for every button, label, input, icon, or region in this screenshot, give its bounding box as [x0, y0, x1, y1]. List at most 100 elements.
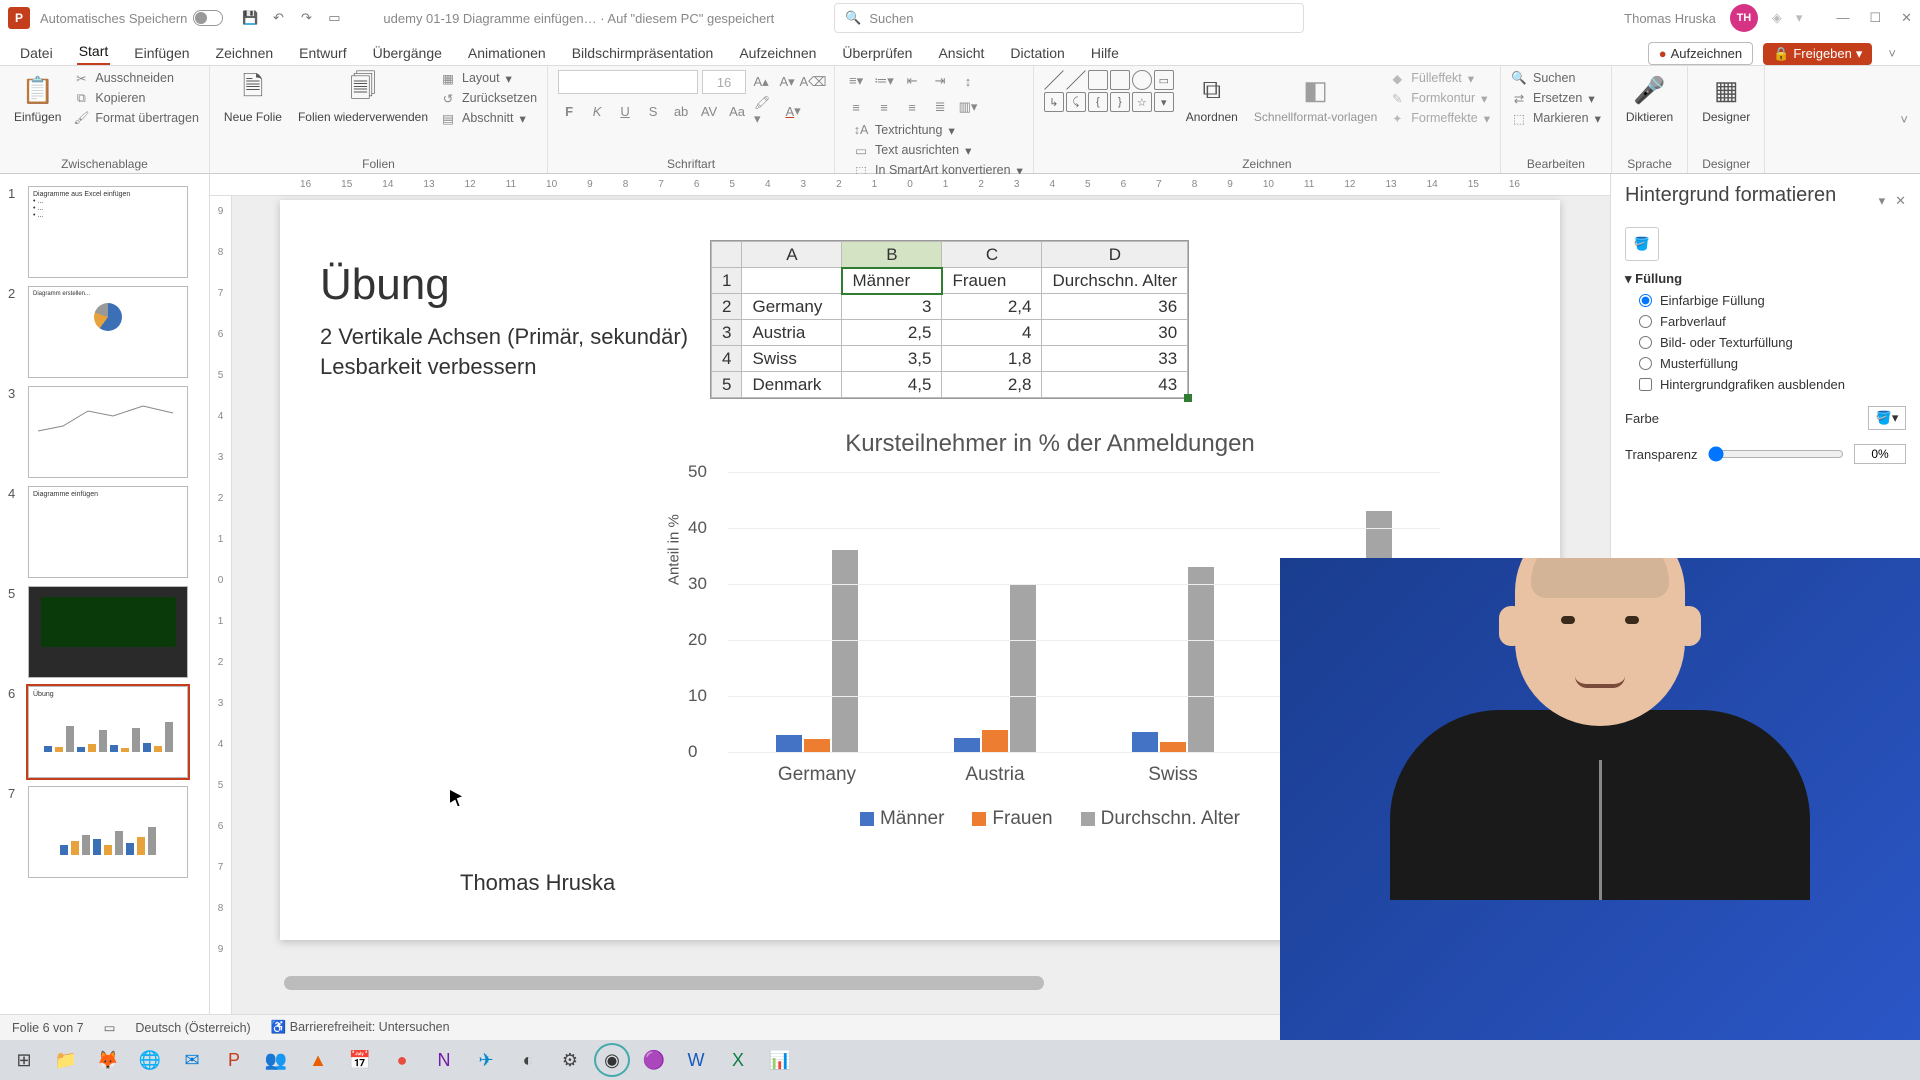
col-d[interactable]: D [1042, 242, 1188, 268]
text-direction-button[interactable]: ↕ATextrichtung ▾ [853, 122, 1023, 138]
font-color-icon[interactable]: A▾ [782, 100, 804, 122]
autosave-switch[interactable] [193, 10, 223, 26]
spacing-icon[interactable]: AV [698, 100, 720, 122]
app-icon-1[interactable]: ◐ [510, 1043, 546, 1077]
shape-outline-button[interactable]: ✎Formkontur ▾ [1389, 90, 1490, 106]
tab-datei[interactable]: Datei [18, 41, 55, 65]
tab-einfuegen[interactable]: Einfügen [132, 41, 191, 65]
strike-icon[interactable]: S [642, 100, 664, 122]
vlc-icon[interactable]: ▲ [300, 1043, 336, 1077]
col-a[interactable]: A [742, 242, 842, 268]
fill-color-button[interactable]: 🪣▾ [1868, 406, 1906, 430]
justify-icon[interactable]: ≣ [929, 96, 951, 118]
onenote-icon[interactable]: N [426, 1043, 462, 1077]
increase-font-icon[interactable]: A▴ [750, 71, 772, 93]
collapse-ribbon-icon[interactable]: ˅ [1888, 46, 1896, 61]
align-left-icon[interactable]: ≡ [845, 96, 867, 118]
replace-button[interactable]: ⇄Ersetzen ▾ [1511, 90, 1601, 106]
accessibility-status[interactable]: ♿ Barrierefreiheit: Untersuchen [271, 1020, 450, 1035]
thumb-6[interactable]: Übung [28, 686, 188, 778]
transparency-input[interactable] [1854, 444, 1906, 464]
file-explorer-icon[interactable]: 📁 [48, 1043, 84, 1077]
tab-start[interactable]: Start [77, 39, 111, 65]
user-avatar[interactable]: TH [1730, 4, 1758, 32]
align-center-icon[interactable]: ≡ [873, 96, 895, 118]
tab-animationen[interactable]: Animationen [466, 41, 548, 65]
bullets-icon[interactable]: ≡▾ [845, 70, 867, 92]
thumb-3[interactable] [28, 386, 188, 478]
reset-button[interactable]: ↺Zurücksetzen [440, 90, 537, 106]
app-icon-2[interactable]: ⚙ [552, 1043, 588, 1077]
start-button[interactable]: ⊞ [6, 1043, 42, 1077]
thumb-5[interactable] [28, 586, 188, 678]
language-status[interactable]: Deutsch (Österreich) [135, 1021, 250, 1035]
thumb-2[interactable]: Diagramm erstellen... [28, 286, 188, 378]
paste-button[interactable]: 📋Einfügen [10, 70, 65, 126]
align-right-icon[interactable]: ≡ [901, 96, 923, 118]
tab-dictation[interactable]: Dictation [1008, 41, 1066, 65]
col-b[interactable]: B [842, 242, 942, 268]
obs-icon[interactable]: ◉ [594, 1043, 630, 1077]
underline-icon[interactable]: U [614, 100, 636, 122]
tab-uebergaenge[interactable]: Übergänge [371, 41, 444, 65]
pane-dropdown-icon[interactable]: ▾ [1879, 193, 1886, 209]
firefox-icon[interactable]: 🦊 [90, 1043, 126, 1077]
redo-icon[interactable]: ↷ [297, 9, 315, 27]
pane-close-icon[interactable]: ✕ [1895, 193, 1906, 209]
share-button[interactable]: 🔒Freigeben▾ [1763, 43, 1872, 65]
ribbon-mode-icon[interactable]: ▾ [1796, 10, 1803, 26]
col-c[interactable]: C [942, 242, 1042, 268]
minimize-icon[interactable]: — [1836, 10, 1849, 26]
fill-tab-icon[interactable]: 🪣 [1625, 227, 1659, 261]
solid-fill-radio[interactable]: Einfarbige Füllung [1639, 293, 1906, 308]
section-button[interactable]: ▤Abschnitt ▾ [440, 110, 537, 126]
close-icon[interactable]: ✕ [1901, 10, 1912, 26]
shapes-gallery[interactable]: ▭ ↳⤹{}☆▾ [1044, 70, 1174, 112]
numbering-icon[interactable]: ≔▾ [873, 70, 895, 92]
tab-ueberpruefen[interactable]: Überprüfen [840, 41, 914, 65]
cut-button[interactable]: ✂Ausschneiden [73, 70, 199, 86]
start-from-beginning-icon[interactable]: ▭ [325, 9, 343, 27]
italic-icon[interactable]: K [586, 100, 608, 122]
case-icon[interactable]: Aa [726, 100, 748, 122]
find-button[interactable]: 🔍Suchen [1511, 70, 1601, 86]
transparency-slider[interactable] [1708, 446, 1845, 462]
indent-icon[interactable]: ⇥ [929, 70, 951, 92]
fill-section-label[interactable]: Füllung [1635, 271, 1682, 286]
clear-format-icon[interactable]: A⌫ [802, 71, 824, 93]
pattern-fill-radio[interactable]: Musterfüllung [1639, 356, 1906, 371]
line-spacing-icon[interactable]: ↕ [957, 70, 979, 92]
autosave-toggle[interactable]: Automatisches Speichern [40, 10, 223, 26]
shape-fill-button[interactable]: ◆Fülleffekt ▾ [1389, 70, 1490, 86]
decrease-font-icon[interactable]: A▾ [776, 71, 798, 93]
thumb-1[interactable]: Diagramme aus Excel einfügen• ...• ...• … [28, 186, 188, 278]
teams-icon[interactable]: 👥 [258, 1043, 294, 1077]
format-painter-button[interactable]: 🖌Format übertragen [73, 110, 199, 126]
save-icon[interactable]: 💾 [241, 9, 259, 27]
chrome-icon[interactable]: 🌐 [132, 1043, 168, 1077]
bold-icon[interactable]: F [558, 100, 580, 122]
excel-icon[interactable]: X [720, 1043, 756, 1077]
quick-styles-button[interactable]: ◧Schnellformat-vorlagen [1250, 70, 1381, 126]
app-icon-4[interactable]: 📊 [762, 1043, 798, 1077]
tab-hilfe[interactable]: Hilfe [1089, 41, 1121, 65]
picture-fill-radio[interactable]: Bild- oder Texturfüllung [1639, 335, 1906, 350]
font-size-input[interactable]: 16 [702, 70, 746, 94]
chart-data-table[interactable]: A B C D 1 Männer Frauen Durchschn. Alter [710, 240, 1189, 399]
record-button[interactable]: ●Aufzeichnen [1648, 42, 1753, 65]
ribbon-expand-icon[interactable]: ˅ [1900, 112, 1908, 127]
coming-soon-icon[interactable]: ◈ [1772, 10, 1782, 26]
dictate-button[interactable]: 🎤Diktieren [1622, 70, 1677, 126]
todo-icon[interactable]: ● [384, 1043, 420, 1077]
align-text-button[interactable]: ▭Text ausrichten ▾ [853, 142, 1023, 158]
select-button[interactable]: ⬚Markieren ▾ [1511, 110, 1601, 126]
undo-icon[interactable]: ↶ [269, 9, 287, 27]
maximize-icon[interactable]: ☐ [1869, 10, 1881, 26]
copy-button[interactable]: ⧉Kopieren [73, 90, 199, 106]
columns-icon[interactable]: ▥▾ [957, 96, 979, 118]
search-box[interactable]: 🔍 Suchen [834, 3, 1304, 33]
calendar-icon[interactable]: 📅 [342, 1043, 378, 1077]
notes-icon[interactable]: ▭ [104, 1020, 116, 1035]
reuse-slides-button[interactable]: 🗐Folien wiederverwenden [294, 70, 432, 126]
hide-graphics-checkbox[interactable]: Hintergrundgrafiken ausblenden [1639, 377, 1906, 392]
